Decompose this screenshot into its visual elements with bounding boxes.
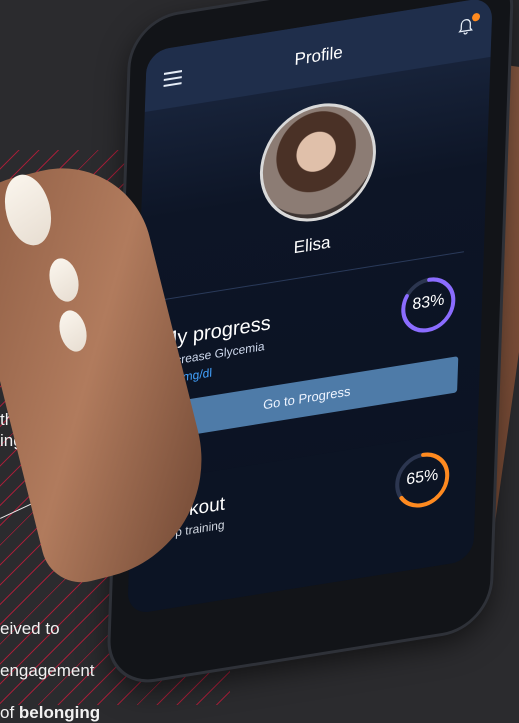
- progress-ring: 83%: [397, 270, 459, 340]
- callout-bottom-text: eived to engagement of belonging: [0, 597, 100, 723]
- workout-ring: 65%: [391, 445, 453, 515]
- bell-icon[interactable]: [457, 17, 474, 36]
- callout-bottom-line2: engagement: [0, 661, 95, 680]
- avatar: [257, 94, 378, 231]
- callout-bottom-line1: eived to: [0, 619, 60, 638]
- progress-unit: mg/dl: [182, 365, 213, 385]
- callout-bottom-prefix: of: [0, 703, 19, 722]
- app-top-bar: Profile: [144, 0, 493, 113]
- page-title: Profile: [294, 42, 344, 70]
- callout-bottom-bold: belonging: [18, 703, 101, 722]
